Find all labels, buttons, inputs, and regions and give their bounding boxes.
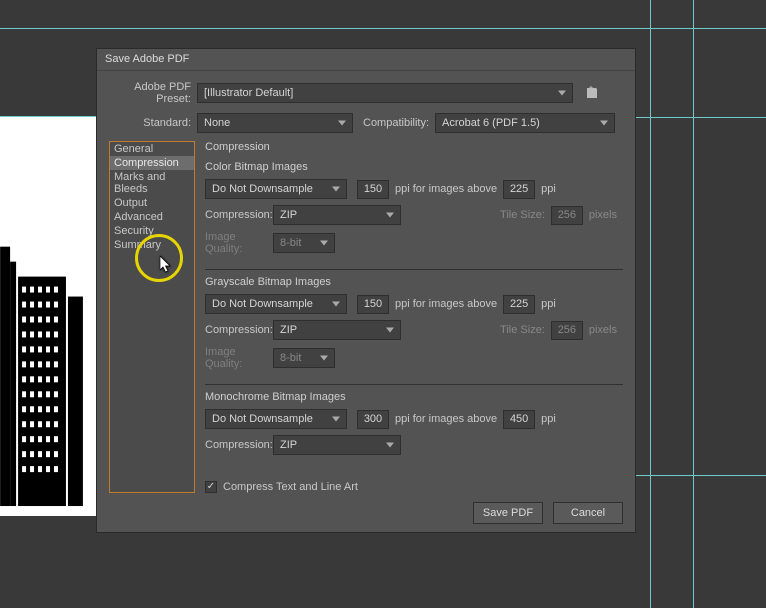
preset-label: Adobe PDF Preset: xyxy=(109,81,197,105)
panel-title: Compression xyxy=(205,141,623,153)
gray-section-title: Grayscale Bitmap Images xyxy=(205,276,623,288)
sidebar-item-compression[interactable]: Compression xyxy=(110,156,194,170)
color-tile-input xyxy=(551,206,583,225)
color-compress-label: Compression: xyxy=(205,209,273,221)
mono-ppi-input[interactable] xyxy=(357,410,389,429)
pdf-preset-select[interactable]: [Illustrator Default] xyxy=(197,83,573,103)
standard-label: Standard: xyxy=(109,117,197,129)
gray-tile-input xyxy=(551,321,583,340)
pixels-unit: pixels xyxy=(589,209,617,221)
gray-above-label: ppi for images above xyxy=(395,298,497,310)
color-quality-label: Image Quality: xyxy=(205,231,273,255)
compress-text-label: Compress Text and Line Art xyxy=(223,481,358,493)
highlight-circle-icon xyxy=(135,234,183,282)
save-pdf-dialog: Save Adobe PDF Adobe PDF Preset: [Illust… xyxy=(96,48,636,533)
mono-compression-select[interactable]: ZIP xyxy=(273,435,401,455)
sidebar-item-output[interactable]: Output xyxy=(110,196,194,210)
mono-above-label: ppi for images above xyxy=(395,413,497,425)
cancel-button[interactable]: Cancel xyxy=(553,502,623,524)
dialog-title: Save Adobe PDF xyxy=(97,49,635,71)
sidebar-item-general[interactable]: General xyxy=(110,142,194,156)
monochrome-bitmap-section: Monochrome Bitmap Images Do Not Downsamp… xyxy=(205,391,623,469)
color-ppi-input[interactable] xyxy=(357,180,389,199)
gray-compress-label: Compression: xyxy=(205,324,273,336)
compat-value: Acrobat 6 (PDF 1.5) xyxy=(442,117,540,129)
gray-above-ppi-input[interactable] xyxy=(503,295,535,314)
mono-compress-label: Compression: xyxy=(205,439,273,451)
compatibility-select[interactable]: Acrobat 6 (PDF 1.5) xyxy=(435,113,615,133)
standard-value: None xyxy=(204,117,230,129)
pdf-preset-value: [Illustrator Default] xyxy=(204,87,293,99)
color-quality-select: 8-bit xyxy=(273,233,335,253)
gray-downsample-select[interactable]: Do Not Downsample xyxy=(205,294,347,314)
gray-quality-select: 8-bit xyxy=(273,348,335,368)
dialog-sidebar: GeneralCompressionMarks and BleedsOutput… xyxy=(109,141,195,493)
color-section-title: Color Bitmap Images xyxy=(205,161,623,173)
mouse-cursor-icon xyxy=(160,256,172,274)
check-icon: ✓ xyxy=(205,481,217,493)
color-downsample-select[interactable]: Do Not Downsample xyxy=(205,179,347,199)
color-tile-label: Tile Size: xyxy=(500,209,545,221)
grayscale-bitmap-section: Grayscale Bitmap Images Do Not Downsampl… xyxy=(205,276,623,385)
standard-select[interactable]: None xyxy=(197,113,353,133)
mono-above-ppi-input[interactable] xyxy=(503,410,535,429)
compat-label: Compatibility: xyxy=(363,117,435,129)
gray-ppi-input[interactable] xyxy=(357,295,389,314)
canvas-artboard xyxy=(0,116,96,516)
mono-downsample-select[interactable]: Do Not Downsample xyxy=(205,409,347,429)
preset-save-icon[interactable] xyxy=(581,83,603,103)
color-above-ppi-input[interactable] xyxy=(503,180,535,199)
sidebar-item-marks-and-bleeds[interactable]: Marks and Bleeds xyxy=(110,170,194,196)
ppi-unit: ppi xyxy=(541,183,556,195)
compress-text-checkbox[interactable]: ✓ Compress Text and Line Art xyxy=(205,481,358,493)
mono-section-title: Monochrome Bitmap Images xyxy=(205,391,623,403)
sidebar-item-advanced[interactable]: Advanced xyxy=(110,210,194,224)
gray-compression-select[interactable]: ZIP xyxy=(273,320,401,340)
gray-quality-label: Image Quality: xyxy=(205,346,273,370)
compression-panel: Compression Color Bitmap Images Do Not D… xyxy=(195,141,623,493)
gray-tile-label: Tile Size: xyxy=(500,324,545,336)
color-compression-select[interactable]: ZIP xyxy=(273,205,401,225)
save-pdf-button[interactable]: Save PDF xyxy=(473,502,543,524)
color-bitmap-section: Color Bitmap Images Do Not Downsample pp… xyxy=(205,161,623,270)
color-above-label: ppi for images above xyxy=(395,183,497,195)
